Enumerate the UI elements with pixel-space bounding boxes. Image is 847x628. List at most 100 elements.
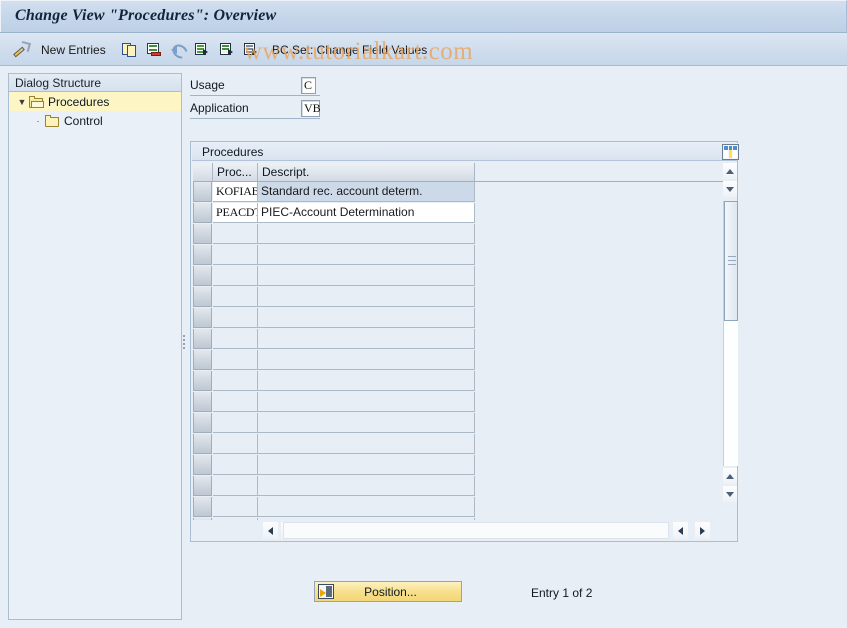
table-settings-icon[interactable] (722, 144, 739, 160)
row-selector[interactable] (193, 455, 212, 475)
cell-descript[interactable] (258, 476, 475, 496)
row-selector[interactable] (193, 203, 212, 223)
position-button[interactable]: Position... (314, 581, 462, 602)
cell-descript[interactable] (258, 287, 475, 307)
cell-descript[interactable] (258, 308, 475, 328)
table-row[interactable]: KOFIAB Standard rec. account determ. (193, 182, 723, 203)
horizontal-scroll-track[interactable] (283, 522, 669, 539)
copy-as-button[interactable] (121, 33, 139, 66)
cell-proc[interactable] (213, 245, 258, 265)
row-selector[interactable] (193, 434, 212, 454)
undo-button[interactable] (170, 33, 188, 66)
scroll-page-up-button[interactable] (723, 468, 737, 484)
column-header-descript[interactable]: Descript. (258, 163, 475, 181)
sidebar-item-control[interactable]: · Control (9, 111, 181, 130)
table-row-empty[interactable] (193, 350, 723, 371)
cell-proc[interactable] (213, 455, 258, 475)
table-row-empty[interactable] (193, 224, 723, 245)
cell-descript[interactable] (258, 371, 475, 391)
cell-proc[interactable] (213, 434, 258, 454)
cell-proc[interactable] (213, 518, 258, 520)
cell-descript[interactable] (258, 455, 475, 475)
row-selector[interactable] (193, 371, 212, 391)
table-row-empty[interactable] (193, 455, 723, 476)
cell-proc[interactable] (213, 266, 258, 286)
cell-proc[interactable] (213, 329, 258, 349)
sidebar-item-procedures[interactable]: ▼ Procedures (9, 92, 181, 111)
application-input[interactable]: VB (301, 100, 321, 117)
cell-proc[interactable] (213, 371, 258, 391)
scroll-page-down-button[interactable] (723, 486, 737, 502)
scroll-left-end-button[interactable] (673, 522, 688, 539)
cell-descript[interactable] (258, 266, 475, 286)
deselect-all-button[interactable] (243, 33, 261, 66)
grid-corner-cell[interactable] (193, 163, 213, 181)
row-selector[interactable] (193, 413, 212, 433)
usage-input[interactable]: C (301, 77, 316, 94)
expander-icon[interactable]: ▼ (15, 97, 29, 107)
cell-descript[interactable] (258, 413, 475, 433)
table-row-empty[interactable] (193, 392, 723, 413)
cell-descript[interactable] (258, 224, 475, 244)
scroll-up-button[interactable] (723, 163, 737, 179)
table-row-empty[interactable] (193, 497, 723, 518)
select-all-button[interactable] (194, 33, 212, 66)
table-row-empty[interactable] (193, 287, 723, 308)
row-selector[interactable] (193, 224, 212, 244)
cell-proc[interactable] (213, 497, 258, 517)
cell-descript[interactable] (258, 434, 475, 454)
grid-vertical-scrollbar[interactable] (723, 163, 738, 520)
row-selector[interactable] (193, 308, 212, 328)
table-row-empty[interactable] (193, 476, 723, 497)
bc-set-change-field-values-button[interactable]: BC Set: Change Field Values (272, 33, 427, 66)
select-block-button[interactable] (219, 33, 237, 66)
scroll-left-button[interactable] (263, 522, 278, 539)
row-selector[interactable] (193, 182, 212, 202)
row-selector[interactable] (193, 329, 212, 349)
cell-proc[interactable] (213, 224, 258, 244)
cell-descript[interactable] (258, 329, 475, 349)
cell-proc[interactable] (213, 413, 258, 433)
table-row-empty[interactable] (193, 308, 723, 329)
cell-proc[interactable]: KOFIAB (213, 182, 258, 202)
cell-proc[interactable] (213, 392, 258, 412)
cell-descript[interactable] (258, 497, 475, 517)
table-row-empty[interactable] (193, 371, 723, 392)
cell-proc[interactable] (213, 308, 258, 328)
cell-proc[interactable] (213, 350, 258, 370)
vertical-scroll-thumb[interactable] (724, 201, 738, 321)
cell-descript[interactable] (258, 392, 475, 412)
cell-descript[interactable] (258, 350, 475, 370)
cell-proc[interactable]: PEACDT (213, 203, 258, 223)
column-header-proc[interactable]: Proc... (213, 163, 258, 181)
row-selector[interactable] (193, 350, 212, 370)
cell-proc[interactable] (213, 476, 258, 496)
scroll-right-end-button[interactable] (695, 522, 710, 539)
table-row-empty[interactable] (193, 245, 723, 266)
table-row[interactable]: PEACDT PIEC-Account Determination (193, 203, 723, 224)
cell-descript[interactable]: PIEC-Account Determination (258, 203, 475, 223)
table-row-empty[interactable] (193, 518, 723, 520)
panel-splitter-handle[interactable] (182, 333, 186, 353)
delete-button[interactable] (145, 33, 163, 66)
new-entries-button[interactable]: New Entries (41, 33, 106, 66)
vertical-scroll-track[interactable] (723, 201, 738, 466)
table-row-empty[interactable] (193, 434, 723, 455)
scroll-down-button[interactable] (723, 181, 737, 197)
table-row-empty[interactable] (193, 266, 723, 287)
display-change-button[interactable] (12, 33, 30, 66)
row-selector[interactable] (193, 392, 212, 412)
cell-descript[interactable] (258, 518, 475, 520)
table-row-empty[interactable] (193, 413, 723, 434)
cell-descript[interactable]: Standard rec. account determ. (258, 182, 475, 202)
row-selector[interactable] (193, 497, 212, 517)
cell-descript[interactable] (258, 245, 475, 265)
row-selector[interactable] (193, 266, 212, 286)
grid-horizontal-scrollbar[interactable] (249, 521, 723, 540)
row-selector[interactable] (193, 476, 212, 496)
cell-proc[interactable] (213, 287, 258, 307)
table-row-empty[interactable] (193, 329, 723, 350)
row-selector[interactable] (193, 287, 212, 307)
row-selector[interactable] (193, 245, 212, 265)
row-selector[interactable] (193, 518, 212, 520)
